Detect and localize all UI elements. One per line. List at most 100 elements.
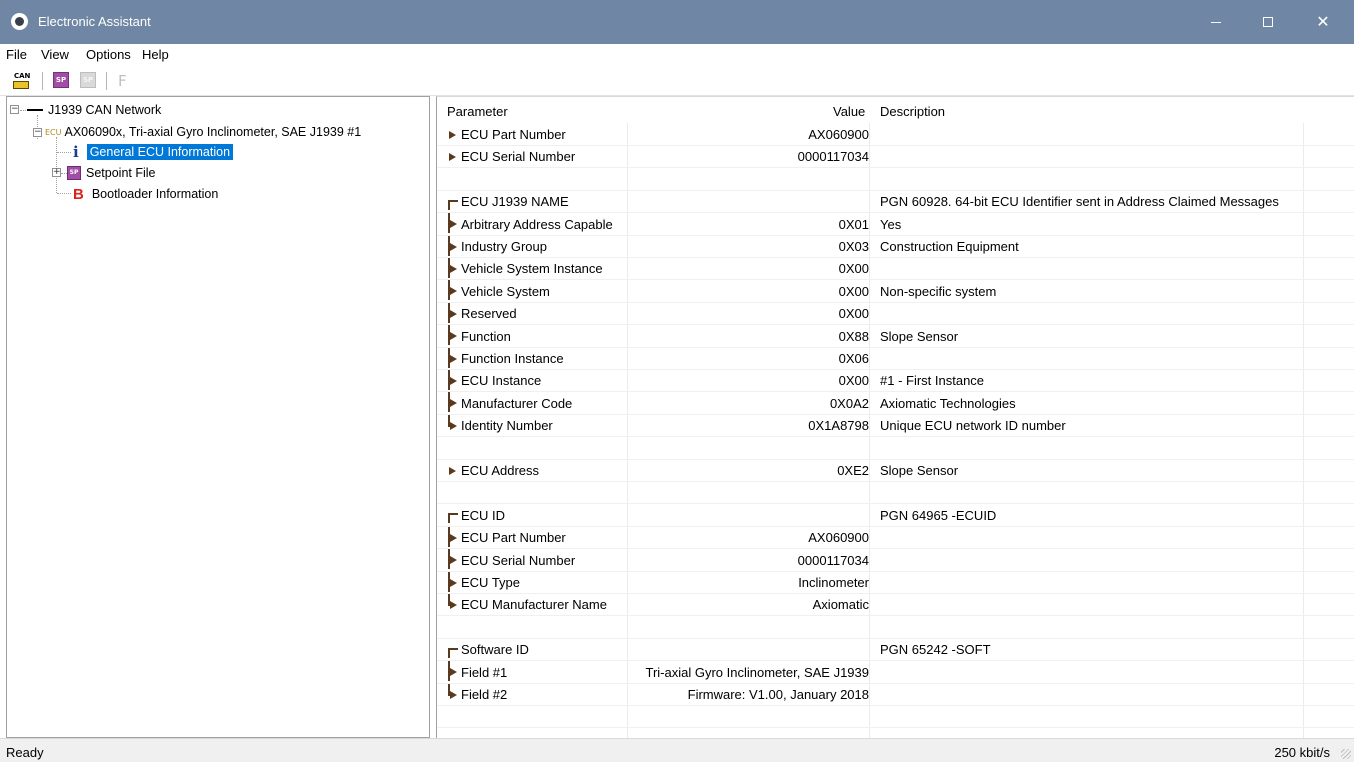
value-cell: 0X03 xyxy=(838,239,869,254)
list-row[interactable]: ECU Address 0XE2 Slope Sensor xyxy=(437,459,1354,482)
list-row[interactable]: Vehicle System 0X00 Non-specific system xyxy=(437,280,1354,303)
list-row[interactable]: ECU Serial Number 0000117034 xyxy=(437,549,1354,572)
value-cell: Tri-axial Gyro Inclinometer, SAE J1939 xyxy=(645,664,870,680)
column-header-description[interactable]: Description xyxy=(880,104,945,119)
tree-branch-icon xyxy=(447,571,459,592)
description-cell: Construction Equipment xyxy=(880,239,1019,254)
tree-branch-icon xyxy=(447,549,459,570)
flash-button[interactable]: F xyxy=(118,72,136,90)
tree-item-label: General ECU Information xyxy=(86,144,234,160)
parameter-cell: ECU Serial Number xyxy=(447,149,575,164)
menu-file[interactable]: File xyxy=(6,47,27,62)
parameter-cell: ECU J1939 NAME xyxy=(447,194,569,210)
list-row[interactable]: Field #2 Firmware: V1.00, January 2018 xyxy=(437,683,1354,706)
ecu-tree[interactable]: − J1939 CAN Network − ECU AX06090x, Tri-… xyxy=(6,96,430,738)
parameter-label: ECU Instance xyxy=(461,373,542,389)
parameter-cell: ECU Manufacturer Name xyxy=(447,593,607,613)
list-row[interactable]: Industry Group 0X03 Construction Equipment xyxy=(437,235,1354,258)
app-logo-icon xyxy=(11,13,28,30)
tree-branch-icon xyxy=(447,257,459,278)
list-row[interactable]: Field #1 Tri-axial Gyro Inclinometer, SAE… xyxy=(437,661,1354,684)
parameter-cell: Field #2 xyxy=(447,683,507,702)
description-cell: Slope Sensor xyxy=(880,328,959,344)
description-cell: #1 - First Instance xyxy=(880,373,985,389)
list-row[interactable]: Software ID PGN 65242 -SOFT xyxy=(437,638,1354,662)
list-row[interactable]: Manufacturer Code 0X0A2 Axiomatic Technolo… xyxy=(437,392,1354,415)
parameter-list[interactable]: Parameter Value Description ECU Part Num… xyxy=(436,96,1354,738)
collapse-ecu-icon[interactable]: − xyxy=(33,128,42,137)
list-row[interactable]: ECU Part Number AX060900 xyxy=(437,123,1354,146)
tree-branch-icon xyxy=(447,235,459,256)
minimize-button[interactable] xyxy=(1193,0,1239,44)
toolbar-separator xyxy=(106,72,107,90)
parameter-cell: Field #1 xyxy=(447,661,507,682)
parameter-label: Industry Group xyxy=(461,239,547,254)
connect-can-button[interactable]: CAN xyxy=(12,72,30,90)
parameter-label: ECU Manufacturer Name xyxy=(461,597,607,613)
setpoint-icon: SP xyxy=(67,166,81,180)
list-row[interactable]: ECU Part Number AX060900 xyxy=(437,526,1354,550)
list-row[interactable]: Identity Number 0X1A8798 Unique ECU networ… xyxy=(437,414,1354,438)
list-row[interactable]: ECU Manufacturer Name Axiomatic xyxy=(437,593,1354,617)
list-row[interactable] xyxy=(437,437,1354,460)
maximize-button[interactable] xyxy=(1245,0,1291,44)
parameter-cell: Arbitrary Address Capable xyxy=(447,213,613,234)
parameter-cell: Identity Number xyxy=(447,414,553,433)
list-row[interactable] xyxy=(437,168,1354,191)
tree-connector xyxy=(56,137,57,193)
parameter-cell: Reserved xyxy=(447,302,517,323)
list-row[interactable]: ECU Serial Number 0000117034 xyxy=(437,145,1354,169)
setpoint-disabled-icon: SP xyxy=(80,72,96,88)
parameter-cell: ECU Part Number xyxy=(447,526,566,547)
list-row[interactable]: ECU Instance 0X00 #1 - First Instance xyxy=(437,369,1354,393)
value-cell: 0XE2 xyxy=(837,463,869,478)
list-row[interactable]: ECU ID PGN 64965 -ECUID xyxy=(437,504,1354,527)
tree-branch-icon xyxy=(447,661,459,682)
tree-branch-icon xyxy=(447,280,459,301)
ecu-icon: ECU xyxy=(45,127,62,137)
parameter-label: Function Instance xyxy=(461,351,564,366)
column-header-value[interactable]: Value xyxy=(833,104,865,119)
list-row[interactable]: Arbitrary Address Capable 0X01 Yes xyxy=(437,213,1354,236)
list-row[interactable]: Reserved 0X00 xyxy=(437,302,1354,326)
list-row[interactable]: Vehicle System Instance 0X00 xyxy=(437,257,1354,281)
parameter-label: Software ID xyxy=(461,642,529,658)
tree-item-ecu[interactable]: ECU AX06090x, Tri-axial Gyro Inclinomete… xyxy=(45,122,361,142)
status-bar: Ready 250 kbit/s xyxy=(0,738,1354,762)
list-row[interactable] xyxy=(437,481,1354,505)
parameter-cell: ECU Serial Number xyxy=(447,549,576,570)
parameter-label: Manufacturer Code xyxy=(461,395,573,411)
menu-bar: File View Options Help xyxy=(0,44,1354,66)
list-row[interactable]: ECU Type Inclinometer xyxy=(437,571,1354,594)
close-button[interactable]: ✕ xyxy=(1300,0,1346,44)
save-setpoint-button[interactable]: SP xyxy=(80,72,98,90)
close-icon: ✕ xyxy=(1316,14,1330,31)
parameter-label: ECU Serial Number xyxy=(461,552,576,568)
list-row[interactable]: ECU J1939 NAME PGN 60928. 64-bit ECU Iden… xyxy=(437,190,1354,214)
tree-item-network[interactable]: J1939 CAN Network xyxy=(27,100,161,120)
parameter-label: ECU Serial Number xyxy=(461,149,576,165)
menu-options[interactable]: Options xyxy=(86,47,131,62)
value-cell: 0X00 xyxy=(838,283,869,299)
menu-view[interactable]: View xyxy=(41,47,69,62)
list-row[interactable]: Function 0X88 Slope Sensor xyxy=(437,325,1354,348)
tree-item-general-ecu-information[interactable]: i General ECU Information xyxy=(73,142,234,162)
list-row[interactable] xyxy=(437,705,1354,729)
parameter-cell: ECU Part Number xyxy=(447,127,566,142)
menu-help[interactable]: Help xyxy=(142,47,169,62)
open-setpoint-button[interactable]: SP xyxy=(53,72,71,90)
maximize-icon xyxy=(1263,17,1273,27)
expand-setpoint-icon[interactable]: + xyxy=(52,168,61,177)
resize-grip[interactable] xyxy=(1341,749,1351,759)
list-row[interactable]: Function Instance 0X06 xyxy=(437,347,1354,370)
collapse-network-icon[interactable]: − xyxy=(10,105,19,114)
list-row[interactable] xyxy=(437,616,1354,639)
setpoint-icon: SP xyxy=(53,72,69,88)
parameter-cell: Vehicle System Instance xyxy=(447,257,603,278)
bullet-arrow-icon xyxy=(447,128,459,142)
tree-item-bootloader-information[interactable]: B Bootloader Information xyxy=(73,184,218,204)
column-header-parameter[interactable]: Parameter xyxy=(447,104,508,119)
description-cell: PGN 65242 -SOFT xyxy=(880,642,991,658)
bootloader-icon: B xyxy=(73,185,84,203)
tree-item-setpoint-file[interactable]: SP Setpoint File xyxy=(67,163,155,183)
